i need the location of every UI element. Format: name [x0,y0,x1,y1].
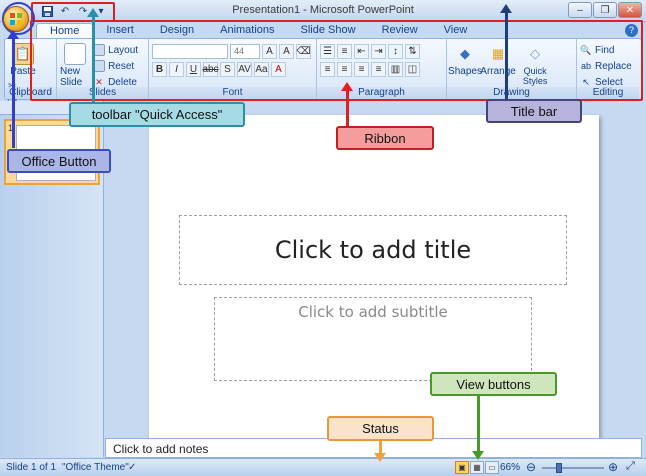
view-buttons: ▣ ▦ ▭ [455,461,499,474]
title-placeholder[interactable]: Click to add title [179,215,567,285]
title-bar-callout: Title bar [486,99,582,123]
status-callout: Status [327,416,434,441]
slide-editing-area: Click to add title Click to add subtitle [105,101,642,440]
view-buttons-arrow [472,396,484,460]
title-bar-arrow [500,4,512,100]
status-arrow [374,440,386,462]
theme-status: "Office Theme" [62,462,129,473]
slide-show-view-icon[interactable]: ▭ [485,461,499,474]
quick-access-arrow [87,8,99,104]
quick-access-highlight [31,2,115,22]
restore-icon[interactable]: ❐ [593,2,617,18]
zoom-slider-thumb[interactable] [556,463,562,473]
zoom-slider[interactable] [542,467,604,469]
window-controls: – ❐ ✕ [568,2,642,18]
office-button[interactable] [3,6,29,32]
view-buttons-callout: View buttons [430,372,557,396]
close-icon[interactable]: ✕ [618,2,642,18]
office-button-callout: Office Button [7,149,111,173]
quick-access-callout: toolbar "Quick Access" [69,102,245,127]
ribbon-arrow [341,82,353,126]
fit-to-window-icon[interactable]: ⤢ [626,460,635,473]
ribbon-callout: Ribbon [336,126,434,150]
normal-view-icon[interactable]: ▣ [455,461,469,474]
slide-count-status: Slide 1 of 1 [6,462,57,473]
subtitle-placeholder[interactable]: Click to add subtitle [214,297,532,381]
zoom-out-icon[interactable]: ⊖ [526,460,536,474]
minimize-icon[interactable]: – [568,2,592,18]
office-logo-icon [10,13,22,25]
status-bar: Slide 1 of 1 "Office Theme" ✓ ▣ ▦ ▭ 66% … [0,458,646,476]
slide-sorter-view-icon[interactable]: ▦ [470,461,484,474]
office-button-arrow [7,30,19,148]
zoom-level[interactable]: 66% [500,462,520,473]
ribbon-highlight [30,20,643,101]
spell-check-icon[interactable]: ✓ [128,462,136,473]
zoom-in-icon[interactable]: ⊕ [608,460,618,474]
